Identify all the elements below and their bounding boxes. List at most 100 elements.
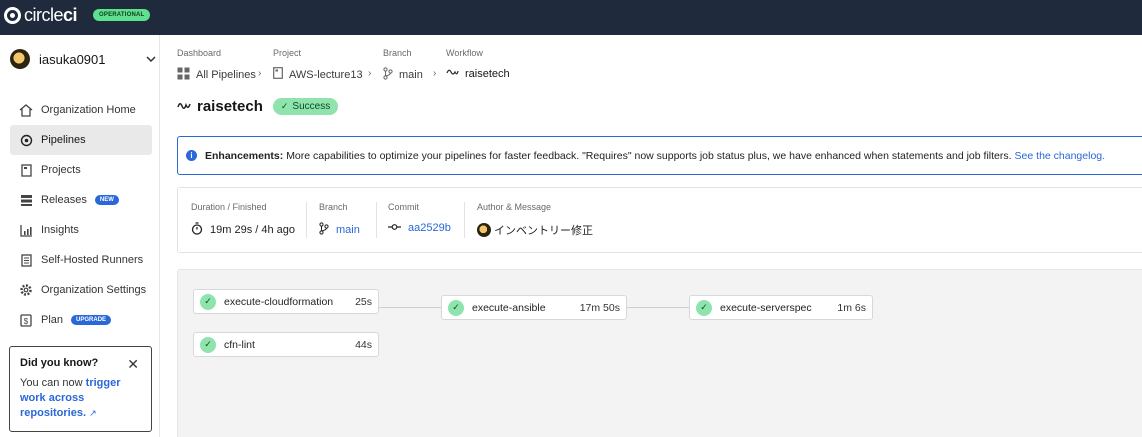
breadcrumb-value[interactable]: main: [383, 67, 423, 83]
job-execute-serverspec[interactable]: ✓ execute-serverspec 1m 6s: [689, 295, 873, 320]
breadcrumb-project[interactable]: Project AWS-lecture13: [273, 48, 363, 81]
breadcrumb-value[interactable]: raisetech: [446, 67, 510, 80]
external-link-icon[interactable]: ↗: [89, 408, 97, 418]
tip-link[interactable]: work across: [20, 392, 84, 404]
job-duration: 25s: [355, 295, 372, 308]
org-switcher[interactable]: iasuka0901: [10, 49, 156, 69]
duration-value: 19m 29s / 4h ago: [210, 224, 296, 236]
sidebar-item-label: Releases: [41, 194, 87, 206]
connector-line: [379, 307, 441, 308]
circleci-logo[interactable]: circle ci: [4, 5, 78, 26]
tip-link[interactable]: repositories.: [20, 407, 86, 419]
job-name: execute-ansible: [472, 301, 546, 314]
status-badge: ✓ Success: [272, 98, 339, 115]
workflow-icon: [177, 100, 191, 114]
branch-info: Branch main: [319, 202, 360, 238]
sidebar-item-insights[interactable]: Insights: [10, 215, 152, 245]
avatar: [477, 223, 491, 237]
workflow-icon: [446, 67, 459, 80]
connector-line: [627, 307, 689, 308]
sidebar-item-self-hosted-runners[interactable]: Self-Hosted Runners: [10, 245, 152, 275]
breadcrumb-value[interactable]: All Pipelines: [177, 67, 256, 83]
breadcrumb-value[interactable]: AWS-lecture13: [273, 67, 363, 82]
breadcrumb-label: Branch: [383, 48, 412, 58]
divider: [464, 202, 465, 238]
commit-message: インベントリー修正: [494, 225, 593, 237]
chevron-down-icon: [146, 54, 156, 65]
plan-icon: $: [19, 313, 33, 327]
check-icon: ✓: [200, 293, 216, 310]
chevron-right-icon: ›: [258, 68, 262, 79]
gear-icon: [19, 283, 33, 297]
dashboard-icon: [177, 67, 190, 83]
commit-link[interactable]: aa2529b: [408, 222, 451, 234]
job-duration: 17m 50s: [579, 301, 620, 314]
tip-body: You can now trigger work across reposito…: [20, 376, 141, 421]
job-execute-cloudformation[interactable]: ✓ execute-cloudformation 25s: [193, 289, 379, 314]
workflow-meta: Duration / Finished 19m 29s / 4h ago Bra…: [177, 187, 1142, 253]
sidebar-item-label: Organization Settings: [41, 284, 147, 296]
releases-icon: [19, 193, 33, 207]
runners-icon: [19, 253, 33, 267]
top-bar: circle ci OPERATIONAL: [0, 0, 1142, 35]
logo-text-bold: ci: [63, 5, 78, 25]
breadcrumb-label: Project: [273, 48, 302, 58]
org-name: iasuka0901: [39, 51, 106, 67]
check-icon: ✓: [696, 299, 712, 316]
commit-icon: [388, 222, 401, 234]
changelog-link[interactable]: See the changelog.: [1015, 150, 1106, 162]
breadcrumb-text: raisetech: [465, 67, 510, 80]
svg-text:$: $: [24, 317, 29, 326]
sidebar-item-organization-settings[interactable]: Organization Settings: [10, 275, 152, 305]
sidebar-nav: Organization Home Pipelines Projects Rel…: [10, 95, 152, 335]
author-label: Author & Message: [477, 202, 552, 212]
project-icon: [273, 67, 283, 82]
sidebar-item-pipelines[interactable]: Pipelines: [10, 125, 152, 155]
duration-label: Duration / Finished: [191, 202, 267, 212]
divider: [306, 202, 307, 238]
close-icon[interactable]: ✕: [127, 356, 139, 373]
home-icon: [19, 103, 33, 117]
upgrade-badge[interactable]: UPGRADE: [71, 315, 112, 325]
branch-icon: [319, 222, 329, 238]
chevron-right-icon: ›: [368, 68, 372, 79]
status-badge[interactable]: OPERATIONAL: [93, 9, 151, 21]
branch-label: Branch: [319, 202, 348, 212]
info-icon: i: [186, 150, 197, 161]
breadcrumb-workflow[interactable]: Workflow raisetech: [446, 48, 510, 80]
breadcrumb-label: Dashboard: [177, 48, 222, 58]
workflow-name: raisetech: [197, 98, 263, 115]
enhancements-banner: i Enhancements: More capabilities to opt…: [177, 136, 1142, 175]
check-icon: ✓: [200, 336, 216, 353]
job-duration: 44s: [355, 338, 372, 351]
new-badge: NEW: [94, 195, 119, 205]
insights-icon: [19, 223, 33, 237]
author-info: Author & Message インベントリー修正: [477, 202, 593, 238]
branch-icon: [383, 67, 393, 83]
chevron-right-icon: ›: [433, 68, 437, 79]
sidebar-item-plan[interactable]: $ Plan UPGRADE: [10, 305, 152, 335]
sidebar-item-organization-home[interactable]: Organization Home: [10, 95, 152, 125]
branch-link[interactable]: main: [336, 224, 360, 236]
sidebar-item-label: Insights: [41, 224, 79, 236]
breadcrumb-text: AWS-lecture13: [289, 68, 363, 81]
sidebar-item-label: Projects: [41, 164, 81, 176]
breadcrumb-branch[interactable]: Branch main: [383, 48, 423, 81]
did-you-know-card: Did you know? ✕ You can now trigger work…: [9, 346, 152, 432]
tip-link[interactable]: trigger: [86, 377, 121, 389]
circleci-logo-icon: [4, 7, 21, 24]
duration-info: Duration / Finished 19m 29s / 4h ago: [191, 202, 295, 238]
job-name: execute-cloudformation: [224, 295, 334, 308]
breadcrumb-label: Workflow: [446, 48, 483, 58]
sidebar-item-label: Plan: [41, 314, 64, 326]
job-execute-ansible[interactable]: ✓ execute-ansible 17m 50s: [441, 295, 627, 320]
breadcrumb-text: All Pipelines: [196, 69, 256, 81]
sidebar-item-projects[interactable]: Projects: [10, 155, 152, 185]
commit-label: Commit: [388, 202, 419, 212]
breadcrumb-dashboard[interactable]: Dashboard All Pipelines: [177, 48, 256, 81]
sidebar-item-releases[interactable]: Releases NEW: [10, 185, 152, 215]
breadcrumb-text: main: [399, 69, 423, 81]
pipelines-icon: [19, 133, 33, 147]
job-cfn-lint[interactable]: ✓ cfn-lint 44s: [193, 332, 379, 357]
commit-info: Commit aa2529b: [388, 202, 451, 234]
